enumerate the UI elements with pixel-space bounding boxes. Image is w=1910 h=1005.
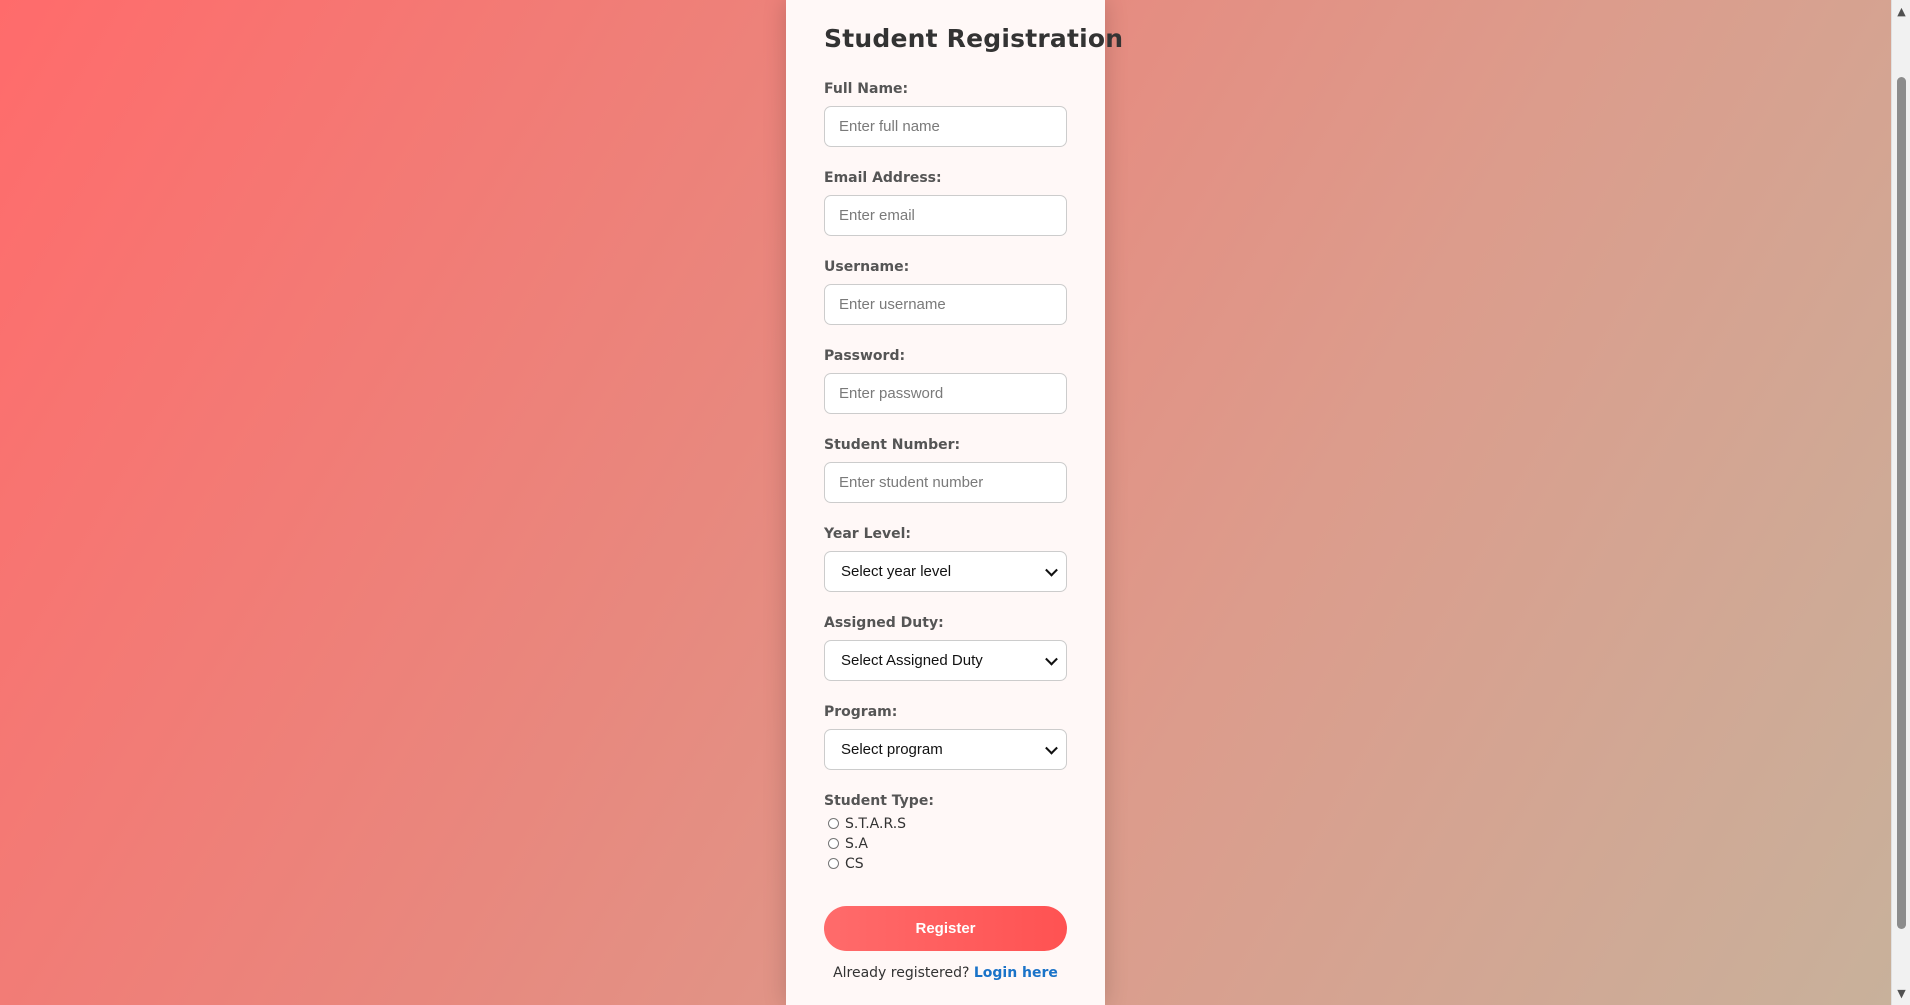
form-title: Student Registration xyxy=(824,24,1124,53)
chevron-down-icon xyxy=(1045,652,1058,666)
program-label: Program: xyxy=(824,704,898,720)
scrollbar-thumb[interactable] xyxy=(1897,77,1906,929)
year-level-selected: Select year level xyxy=(841,563,952,580)
registration-form: Student Registration Full Name: Email Ad… xyxy=(786,0,1124,1005)
assigned-duty-selected: Select Assigned Duty xyxy=(841,652,983,669)
student-number-input[interactable] xyxy=(824,462,1067,503)
vertical-scrollbar[interactable]: ▲ ▼ xyxy=(1891,0,1910,1005)
chevron-down-icon xyxy=(1045,563,1058,577)
register-button[interactable]: Register xyxy=(824,906,1067,951)
email-group: Email Address: xyxy=(824,169,1067,236)
radio-stars[interactable]: S.T.A.R.S xyxy=(824,814,1067,834)
radio-cs-label: CS xyxy=(845,856,864,872)
assigned-duty-select[interactable]: Select Assigned Duty xyxy=(824,640,1067,681)
radio-cs[interactable]: CS xyxy=(824,854,1067,874)
password-input[interactable] xyxy=(824,373,1067,414)
program-group: Program: Select program xyxy=(824,703,1067,770)
arrow-down-icon[interactable]: ▼ xyxy=(1892,984,1910,1003)
username-input[interactable] xyxy=(824,284,1067,325)
assigned-duty-label: Assigned Duty: xyxy=(824,615,944,631)
arrow-up-icon[interactable]: ▲ xyxy=(1892,2,1910,21)
login-prompt-text: Already registered? xyxy=(833,965,970,981)
radio-button-icon[interactable] xyxy=(828,837,839,849)
program-select[interactable]: Select program xyxy=(824,729,1067,770)
student-number-group: Student Number: xyxy=(824,436,1067,503)
year-level-label: Year Level: xyxy=(824,526,912,542)
email-input[interactable] xyxy=(824,195,1067,236)
username-group: Username: xyxy=(824,258,1067,325)
radio-sa-label: S.A xyxy=(845,836,868,852)
student-type-options: S.T.A.R.S S.A CS xyxy=(824,814,1067,874)
student-type-label: Student Type: xyxy=(824,793,934,809)
username-label: Username: xyxy=(824,259,910,275)
radio-button-icon[interactable] xyxy=(828,857,839,869)
year-level-group: Year Level: Select year level xyxy=(824,525,1067,592)
year-level-select[interactable]: Select year level xyxy=(824,551,1067,592)
radio-button-icon[interactable] xyxy=(828,817,839,829)
assigned-duty-group: Assigned Duty: Select Assigned Duty xyxy=(824,614,1067,681)
student-number-label: Student Number: xyxy=(824,437,961,453)
login-link[interactable]: Login here xyxy=(974,965,1058,981)
full-name-input[interactable] xyxy=(824,106,1067,147)
full-name-group: Full Name: xyxy=(824,80,1067,147)
radio-sa[interactable]: S.A xyxy=(824,834,1067,854)
chevron-down-icon xyxy=(1045,741,1058,755)
full-name-label: Full Name: xyxy=(824,81,909,97)
email-label: Email Address: xyxy=(824,170,942,186)
login-prompt-line: Already registered? Login here xyxy=(824,965,1067,981)
radio-stars-label: S.T.A.R.S xyxy=(845,816,907,832)
password-label: Password: xyxy=(824,348,906,364)
program-selected: Select program xyxy=(841,741,943,758)
student-type-group: Student Type: S.T.A.R.S S.A CS xyxy=(824,792,1067,874)
password-group: Password: xyxy=(824,347,1067,414)
